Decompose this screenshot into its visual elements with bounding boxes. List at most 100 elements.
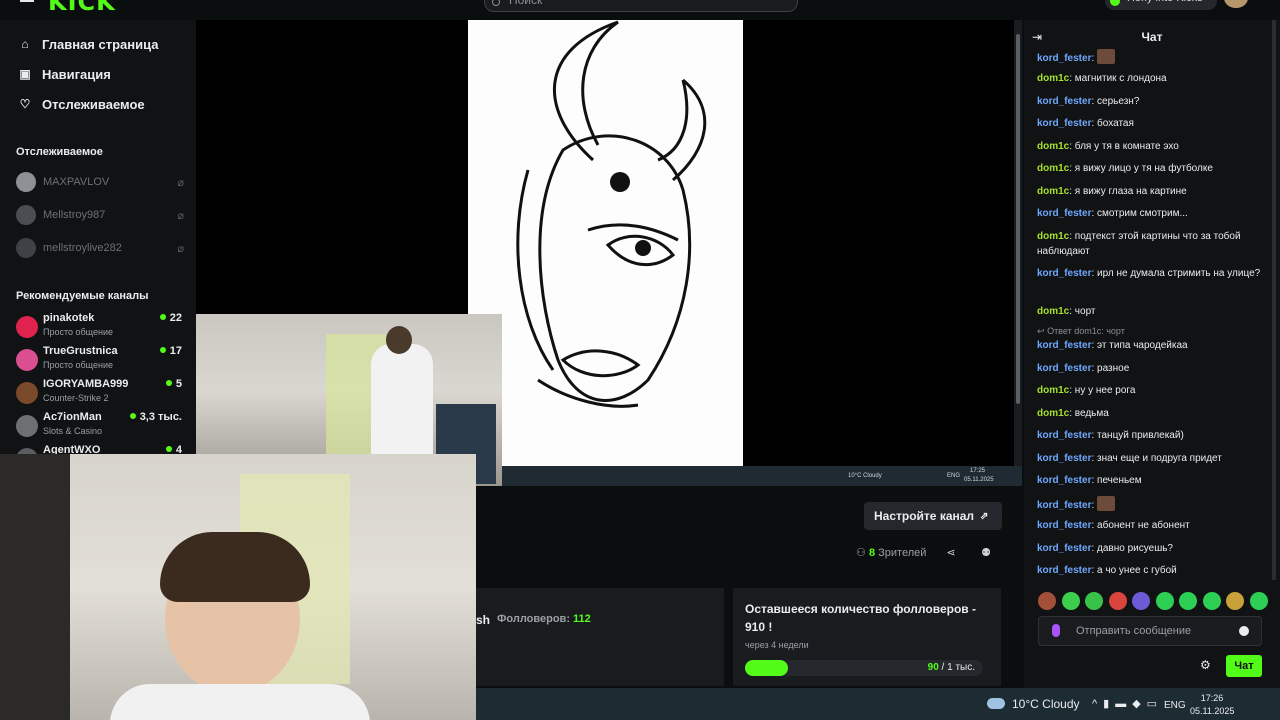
chat-username[interactable]: kord_fester (1037, 96, 1091, 107)
emote-icon[interactable] (1249, 592, 1268, 610)
chat-settings-gear-icon[interactable]: ⚙ (1200, 658, 1211, 672)
chat-message[interactable]: dom1c: ну у нее рога (1037, 383, 1269, 398)
recommended-channel[interactable]: IGORYAMBA999 Counter-Strike 2 5 (16, 378, 184, 408)
following-channel[interactable]: MAXPAVLOV ⌀ (16, 171, 184, 193)
chat-message[interactable]: kord_fester: печеньем (1037, 473, 1269, 488)
emote-icon[interactable] (1179, 592, 1198, 610)
chat-username[interactable]: kord_fester (1037, 565, 1091, 576)
followers-info: Фолловеров: 112 (497, 613, 591, 625)
top-promo-button[interactable]: Попу into Kicks (1105, 0, 1217, 10)
chat-username[interactable]: kord_fester (1037, 340, 1091, 351)
chat-message[interactable]: dom1c: подтекст этой картины что за тобо… (1037, 229, 1269, 259)
chat-message[interactable]: kord_fester: танцуй привлекай) (1037, 428, 1269, 443)
recommended-channel[interactable]: pinakotek Просто общение 22 (16, 312, 184, 342)
emote-icon[interactable] (1085, 592, 1104, 610)
chat-message[interactable]: dom1c: ведьма (1037, 406, 1269, 421)
microphone-icon[interactable] (1052, 624, 1060, 637)
avatar (16, 238, 36, 258)
emote-icon[interactable] (1108, 592, 1127, 610)
chat-username[interactable]: kord_fester (1037, 430, 1091, 441)
chat-username[interactable]: dom1c (1037, 306, 1069, 317)
chat-message[interactable]: dom1c: бля у тя в комнате эхо (1037, 139, 1269, 154)
nav-following-label: Отслеживаемое (42, 96, 145, 112)
chat-message[interactable]: kord_fester: знач еще и подруга придет (1037, 451, 1269, 466)
viewer-count: 4 (166, 444, 182, 454)
stream-weather: 10°C Cloudy (848, 473, 882, 479)
chat-username[interactable]: kord_fester (1037, 520, 1091, 531)
system-tray-icons[interactable]: ^▮▬◆▭ (1092, 697, 1163, 710)
taskbar-weather[interactable]: 10°C Cloudy (1012, 697, 1080, 711)
chat-username[interactable]: kord_fester (1037, 363, 1091, 374)
chat-message[interactable]: kord_fester: (1037, 49, 1269, 66)
recommended-channel[interactable]: Ac7ionMan Slots & Casino 3,3 тыс. (16, 411, 184, 441)
chat-message[interactable]: kord_fester: бохатая (1037, 116, 1269, 131)
following-channel[interactable]: mellstroylive282 ⌀ (16, 237, 184, 259)
chat-username[interactable]: kord_fester (1037, 208, 1091, 219)
chat-text: разное (1097, 363, 1130, 374)
menu-icon[interactable] (20, 0, 34, 6)
chat-username[interactable]: kord_fester (1037, 475, 1091, 486)
chat-message[interactable]: kord_fester: (1037, 496, 1269, 513)
share-icon[interactable]: ⋖ (943, 545, 959, 561)
stream-lang: ENG (947, 473, 961, 479)
user-options-icon[interactable]: ⚉ (978, 545, 994, 561)
recommended-channel[interactable]: TrueGrustnica Просто общение 17 (16, 345, 184, 375)
nav-browse[interactable]: ▣ Навигация (16, 64, 111, 84)
chat-message[interactable]: kord_fester: разное (1037, 361, 1269, 376)
chat-message[interactable]: kord_fester: а чо унее с губой (1037, 563, 1269, 578)
stream-drawing (468, 20, 743, 466)
demon-sketch-image (516, 20, 707, 408)
channel-category: Просто общение (43, 360, 113, 370)
recommended-channel[interactable]: AgentWXO 4 (16, 444, 184, 454)
chat-username[interactable]: dom1c (1037, 408, 1069, 419)
chat-message[interactable]: kord_fester: серьезн? (1037, 94, 1269, 109)
chat-message[interactable]: kord_fester: ирл не думала стримить на у… (1037, 266, 1269, 281)
viewers-icon: ⚇ (856, 547, 866, 559)
emote-icon[interactable] (1155, 592, 1174, 610)
chat-username[interactable]: kord_fester (1037, 453, 1091, 464)
chat-scrollbar[interactable] (1272, 20, 1276, 580)
chat-username[interactable]: kord_fester (1037, 53, 1091, 64)
chat-message[interactable]: dom1c: чорт (1037, 304, 1269, 319)
chat-username[interactable]: dom1c (1037, 141, 1069, 152)
setup-channel-button[interactable]: Настройте канал ⇗ (864, 502, 1002, 530)
chat-message[interactable]: dom1c: магнитик с лондона (1037, 71, 1269, 86)
emote-icon[interactable] (1132, 592, 1151, 610)
chat-username[interactable]: dom1c (1037, 163, 1069, 174)
emote-icon[interactable] (1061, 592, 1080, 610)
emote-icon[interactable] (1202, 592, 1221, 610)
chat-text: чорт (1074, 306, 1096, 317)
chat-username[interactable]: dom1c (1037, 231, 1069, 242)
search-input[interactable]: Поиск (484, 0, 798, 12)
chat-message[interactable]: kord_fester: абонент не абонент (1037, 518, 1269, 533)
taskbar-language[interactable]: ENG (1164, 700, 1186, 711)
chat-username[interactable]: kord_fester (1037, 543, 1091, 554)
kick-logo[interactable]: KICK (48, 0, 116, 16)
chat-text: я вижу лицо у тя на футболке (1074, 163, 1213, 174)
stream-scroll-thumb[interactable] (1016, 34, 1020, 404)
compass-icon: ▣ (19, 67, 31, 81)
chat-username[interactable]: dom1c (1037, 186, 1069, 197)
emoji-picker-icon[interactable] (1239, 626, 1249, 636)
nav-following[interactable]: ♡ Отслеживаемое (16, 94, 145, 114)
chat-title: Чат (1141, 30, 1163, 44)
emote-icon[interactable] (1038, 592, 1056, 610)
nav-home[interactable]: ⌂ Главная страница (16, 34, 158, 54)
reply-hint: ↩ Ответ dom1c: чорт (1037, 326, 1125, 337)
chat-message[interactable]: dom1c: я вижу глаза на картине (1037, 184, 1269, 199)
following-channel[interactable]: Mellstroy987 ⌀ (16, 204, 184, 226)
chat-message[interactable]: kord_fester: давно рисуешь? (1037, 541, 1269, 556)
chat-username[interactable]: kord_fester (1037, 268, 1091, 279)
chat-username[interactable]: kord_fester (1037, 500, 1091, 511)
emote-icon[interactable] (1226, 592, 1245, 610)
chat-send-button[interactable]: Чат (1226, 655, 1262, 677)
chat-username[interactable]: dom1c (1037, 73, 1069, 84)
chat-username[interactable]: kord_fester (1037, 118, 1091, 129)
chat-message[interactable]: kord_fester: смотрим смотрим... (1037, 206, 1269, 221)
chat-username[interactable]: dom1c (1037, 385, 1069, 396)
chat-message[interactable]: dom1c: я вижу лицо у тя на футболке (1037, 161, 1269, 176)
taskbar-clock[interactable]: 17:26 05.11.2025 (1190, 692, 1234, 718)
chat-message[interactable]: kord_fester: эт типа чародейкаа (1037, 338, 1269, 353)
channel-name: IGORYAMBA999 (43, 378, 129, 390)
chat-text: магнитик с лондона (1074, 73, 1167, 84)
